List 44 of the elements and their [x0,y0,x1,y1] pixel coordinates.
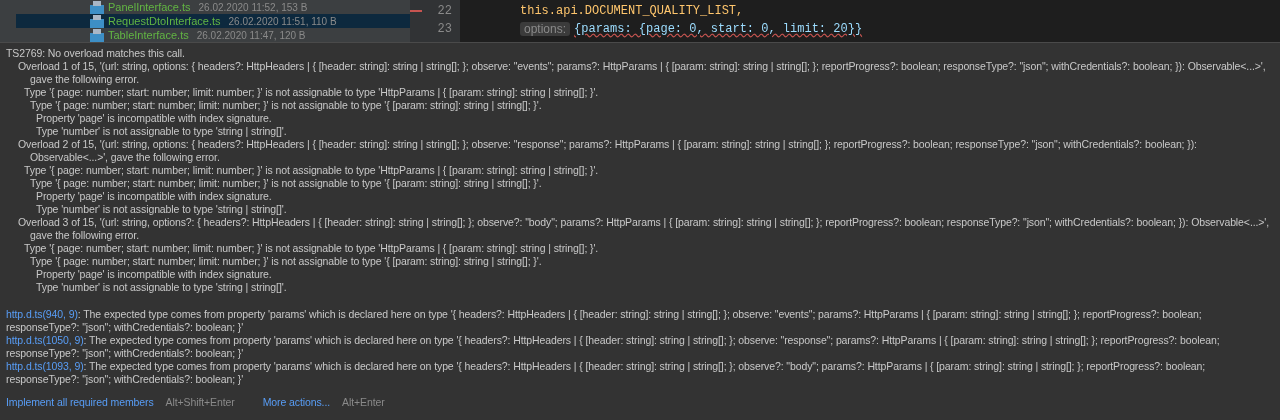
line-number: 22 [437,4,452,18]
quick-fix-link[interactable]: Implement all required members [6,396,154,409]
file-meta: 26.02.2020 11:52, 153 B [198,0,308,14]
keyboard-shortcut: Alt+Shift+Enter [165,396,235,409]
parameter-hint: options: [520,22,571,36]
error-message-line: Overload 2 of 15, '(url: string, options: { headers?: HttpHeaders | { [header: string]: string | string[]; }; observe: "response"; params?: HttpParams | { [param: string]: string | string[]; }; reportProgress?: boolean; responseType?: "json"; withCredentials?: boolean; }): Observable<...>', gave the following error. [17,138,1198,164]
error-message-line: Property 'page' is incompatible with index signature. [35,268,273,281]
typescript-file-icon [90,28,104,42]
file-name: TableInterface.ts [108,28,189,42]
file-location-link[interactable]: http.d.ts(940, 9) [6,308,78,320]
line-number: 23 [437,22,452,36]
file-meta: 26.02.2020 11:47, 120 B [196,28,306,42]
error-message-line: Type '{ page: number; start: number; limit: number; }' is not assignable to type '{ [param: string]: string | string[]; }'. [29,177,543,190]
error-title: TS2769: No overload matches this call. [6,47,186,60]
error-message-line: Type 'number' is not assignable to type 'string | string[]'. [35,281,288,294]
error-message-line: Type '{ page: number; start: number; limit: number; }' is not assignable to type 'HttpParams | { [param: string]: string | string[]; }'. [23,164,600,177]
error-message-line: Property 'page' is incompatible with index signature. [35,112,273,125]
code-line: this.api.DOCUMENT_QUALITY_LIST, [520,4,744,18]
file-name: PanelInterface.ts [108,0,191,14]
error-stripe-mark [410,10,422,12]
file-tree-row[interactable]: PanelInterface.ts 26.02.2020 11:52, 153 B [16,0,410,14]
error-message-line: Type '{ page: number; start: number; limit: number; }' is not assignable to type 'HttpParams | { [param: string]: string | string[]; }'. [23,86,600,99]
error-message-line: Type 'number' is not assignable to type 'string | string[]'. [35,203,288,216]
related-location-line: http.d.ts(1050, 9): The expected type comes from property 'params' which is declared here on type '{ headers?: HttpHeaders | { [header: string]: string | string[]; }; observe: "response"; params?: HttpParams | { [param: string]: string | string[]; }; reportProgress?: boolean; responseType?: "json"; withCredentials?: boolean; }' [6,334,1221,360]
file-name: RequestDtoInterface.ts [108,14,221,28]
error-message-line: Overload 3 of 15, '(url: string, options?: { headers?: HttpHeaders | { [header: string]: string | string[]; }; observe?: "body"; params?: HttpParams | { [param: string]: string | string[]; }; reportProgress?: boolean; responseType?: "json"; withCredentials?: boolean; }): Observable<...>', gave the following error. [17,216,1271,242]
typescript-file-icon [90,0,104,14]
file-location-link[interactable]: http.d.ts(1093, 9) [6,360,84,372]
error-message-line: Type '{ page: number; start: number; limit: number; }' is not assignable to type 'HttpParams | { [param: string]: string | string[]; }'. [23,242,600,255]
error-message-line: Type '{ page: number; start: number; limit: number; }' is not assignable to type '{ [param: string]: string | string[]; }'. [29,99,543,112]
file-location-link[interactable]: http.d.ts(1050, 9) [6,334,84,346]
error-message-line: Overload 1 of 15, '(url: string, options: { headers?: HttpHeaders | { [header: string]: string | string[]; }; observe: "events"; params?: HttpParams | { [param: string]: string | string[]; }; reportProgress?: boolean; responseType?: "json"; withCredentials?: boolean; }): Observable<...>', gave the following error. [17,60,1267,86]
keyboard-shortcut: Alt+Enter [342,396,385,409]
file-meta: 26.02.2020 11:51, 110 B [228,14,337,28]
related-location-line: http.d.ts(1093, 9): The expected type comes from property 'params' which is declared here on type '{ headers?: HttpHeaders | { [header: string]: string | string[]; }; observe?: "body"; params?: HttpParams | { [param: string]: string | string[]; }; reportProgress?: boolean; responseType?: "json"; withCredentials?: boolean; }' [6,360,1207,386]
file-tree-row[interactable]: TableInterface.ts 26.02.2020 11:47, 120 B [16,28,410,42]
error-message-line: Type 'number' is not assignable to type 'string | string[]'. [35,125,288,138]
error-message-line: Property 'page' is incompatible with index signature. [35,190,273,203]
code-line: {params: {page: 0, start: 0, limit: 20}} [574,22,863,36]
error-message-line: Type '{ page: number; start: number; limit: number; }' is not assignable to type '{ [param: string]: string | string[]; }'. [29,255,543,268]
quick-fix-link[interactable]: More actions... [262,396,331,409]
typescript-file-icon [90,14,104,28]
file-tree-row[interactable]: RequestDtoInterface.ts 26.02.2020 11:51, 110 B [16,14,410,28]
related-location-line: http.d.ts(940, 9): The expected type comes from property 'params' which is declared here on type '{ headers?: HttpHeaders | { [header: string]: string | string[]; }; observe: "events"; params?: HttpParams | { [param: string]: string | string[]; }; reportProgress?: boolean; responseType?: "json"; withCredentials?: boolean; }' [6,308,1203,334]
